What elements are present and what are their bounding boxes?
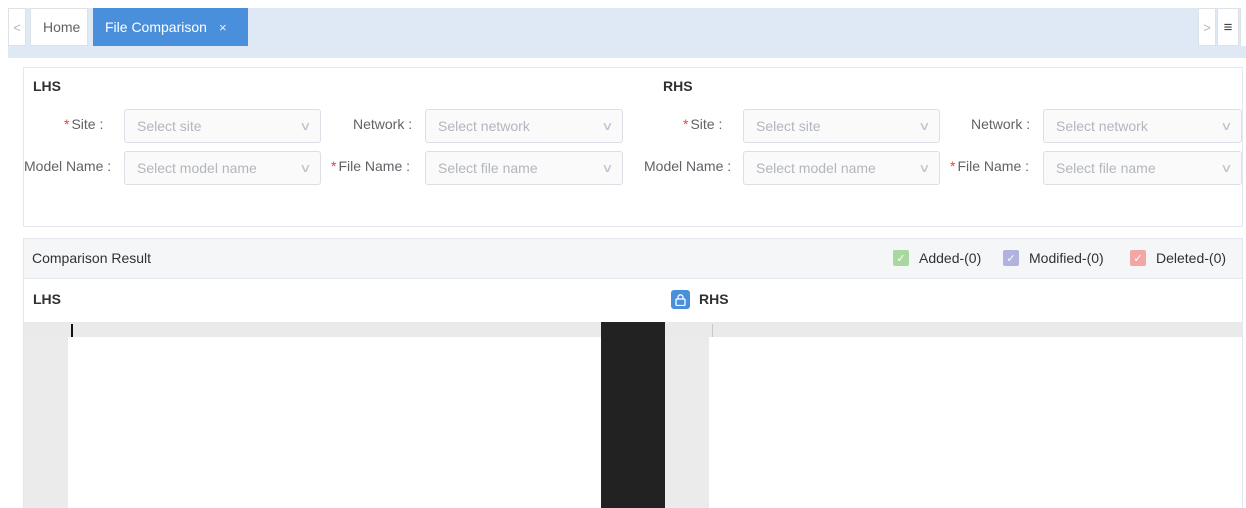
rhs-form-title: RHS	[663, 78, 693, 94]
lhs-network-label: Network :	[353, 116, 413, 132]
lhs-code-editor[interactable]: 1	[24, 322, 601, 508]
rhs-gutter: 1	[665, 322, 709, 508]
tab-scroll-right-button[interactable]: >	[1198, 8, 1216, 46]
chevron-down-icon: ∨	[299, 161, 312, 175]
lhs-site-placeholder: Select site	[137, 118, 202, 134]
legend-added-label: Added-(0)	[919, 250, 982, 266]
legend-added[interactable]: ✓ Added-(0)	[893, 250, 981, 266]
comparison-result-title: Comparison Result	[32, 250, 152, 266]
lhs-model-select[interactable]: Select model name ∨	[124, 151, 321, 185]
file-selection-panel	[23, 67, 1243, 227]
lhs-network-select[interactable]: Select network ∨	[425, 109, 623, 143]
tab-more-button[interactable]	[1240, 8, 1246, 46]
chevron-down-icon: ∨	[918, 119, 931, 133]
legend-deleted-label: Deleted-(0)	[1156, 250, 1227, 266]
rhs-code-editor[interactable]: 1	[665, 322, 1242, 508]
rhs-site-select[interactable]: Select site ∨	[743, 109, 940, 143]
lhs-file-label: * File Name :	[331, 158, 411, 174]
rhs-file-placeholder: Select file name	[1056, 160, 1156, 176]
rhs-site-label: * Site :	[683, 116, 723, 132]
rhs-file-label: * File Name :	[950, 158, 1030, 174]
lhs-network-placeholder: Select network	[438, 118, 530, 134]
legend-modified-label: Modified-(0)	[1029, 250, 1104, 266]
lhs-gutter: 1	[24, 322, 68, 508]
rhs-model-label: Model Name :	[644, 158, 732, 174]
lhs-site-label: * Site :	[64, 116, 104, 132]
legend-modified[interactable]: ✓ Modified-(0)	[1003, 250, 1104, 266]
deleted-checkbox-icon: ✓	[1130, 250, 1146, 266]
lhs-text-cursor	[71, 324, 73, 337]
rhs-model-select[interactable]: Select model name ∨	[743, 151, 940, 185]
rhs-model-placeholder: Select model name	[756, 160, 876, 176]
tab-file-comparison[interactable]: File Comparison ×	[93, 8, 248, 46]
required-mark: *	[64, 116, 70, 132]
lhs-site-select[interactable]: Select site ∨	[124, 109, 321, 143]
rhs-network-select[interactable]: Select network ∨	[1043, 109, 1242, 143]
lhs-form-title: LHS	[33, 78, 61, 94]
rhs-text-cursor	[712, 324, 713, 337]
menu-icon[interactable]: ≡	[1217, 8, 1239, 46]
lhs-model-placeholder: Select model name	[137, 160, 257, 176]
chevron-down-icon: ∨	[1220, 119, 1233, 133]
chevron-down-icon: ∨	[1220, 161, 1233, 175]
added-checkbox-icon: ✓	[893, 250, 909, 266]
rhs-file-select[interactable]: Select file name ∨	[1043, 151, 1242, 185]
lock-icon[interactable]	[671, 290, 690, 309]
rhs-active-line	[665, 322, 1242, 337]
rhs-site-placeholder: Select site	[756, 118, 821, 134]
required-mark: *	[683, 116, 689, 132]
tab-home-label: Home	[43, 19, 81, 35]
required-mark: *	[331, 158, 337, 174]
lhs-model-label: Model Name :	[24, 158, 112, 174]
close-icon[interactable]: ×	[219, 20, 227, 35]
tab-scroll-left-button[interactable]: <	[8, 8, 26, 46]
legend-deleted[interactable]: ✓ Deleted-(0)	[1130, 250, 1226, 266]
chevron-down-icon: ∨	[601, 161, 614, 175]
tab-bar: < Home File Comparison × > ≡	[0, 0, 1246, 60]
rhs-network-placeholder: Select network	[1056, 118, 1148, 134]
comparison-result-header: Comparison Result ✓ Added-(0) ✓ Modified…	[24, 239, 1242, 279]
modified-checkbox-icon: ✓	[1003, 250, 1019, 266]
lhs-file-select[interactable]: Select file name ∨	[425, 151, 623, 185]
required-mark: *	[950, 158, 956, 174]
lhs-pane-title: LHS	[33, 291, 61, 307]
rhs-pane-title: RHS	[699, 291, 729, 307]
tab-home[interactable]: Home	[30, 8, 88, 46]
diff-divider[interactable]	[601, 322, 665, 508]
chevron-down-icon: ∨	[299, 119, 312, 133]
lhs-file-placeholder: Select file name	[438, 160, 538, 176]
rhs-network-label: Network :	[971, 116, 1031, 132]
chevron-down-icon: ∨	[601, 119, 614, 133]
tab-file-comparison-label: File Comparison	[105, 19, 207, 35]
lhs-active-line	[24, 322, 601, 337]
chevron-down-icon: ∨	[918, 161, 931, 175]
